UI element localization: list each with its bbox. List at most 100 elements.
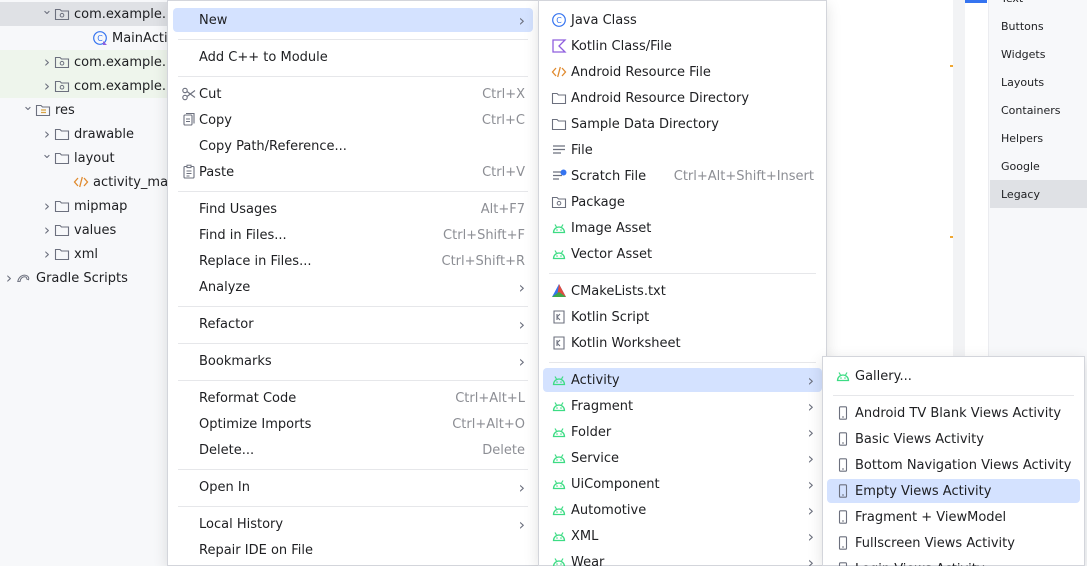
menu-item-empty-views-activity[interactable]: Empty Views Activity — [827, 479, 1080, 503]
palette-category-text[interactable]: Text — [990, 0, 1087, 12]
chevron-right-icon: › — [518, 514, 525, 534]
menu-item-gallery[interactable]: Gallery... — [827, 364, 1080, 388]
chevron-down-icon[interactable]: ⌄ — [40, 4, 54, 17]
menu-item-analyze[interactable]: Analyze › — [173, 275, 533, 299]
canvas-scrollbar[interactable] — [953, 0, 965, 360]
menu-item-local-history[interactable]: Local History › — [173, 512, 533, 536]
palette-category-google[interactable]: Google — [990, 152, 1087, 180]
tree-item-label: activity_ma — [93, 174, 168, 190]
menu-item-login-views-activity[interactable]: Login Views Activity — [827, 557, 1080, 566]
menu-item-basic-views-activity[interactable]: Basic Views Activity — [827, 427, 1080, 451]
menu-item-find-usages[interactable]: Find Usages Alt+F7 — [173, 197, 533, 221]
menu-item-uicomponent[interactable]: UiComponent › — [543, 472, 822, 496]
menu-item-refactor[interactable]: Refactor › — [173, 312, 533, 336]
phone-icon — [835, 431, 851, 447]
menu-item-fullscreen-views-activity[interactable]: Fullscreen Views Activity — [827, 531, 1080, 555]
phone-icon — [835, 561, 851, 566]
tree-item-xml[interactable]: › xml — [0, 242, 168, 266]
menu-item-replace-in-files[interactable]: Replace in Files... Ctrl+Shift+R — [173, 249, 533, 273]
menu-item-reformat-code[interactable]: Reformat Code Ctrl+Alt+L — [173, 386, 533, 410]
menu-item-optimize-imports[interactable]: Optimize Imports Ctrl+Alt+O — [173, 412, 533, 436]
chevron-right-icon[interactable]: › — [40, 77, 54, 95]
menu-item-file[interactable]: File — [543, 138, 822, 162]
menu-item-android-tv-blank-views-activity[interactable]: Android TV Blank Views Activity — [827, 401, 1080, 425]
tree-item-com-example[interactable]: › com.example. — [0, 50, 168, 74]
chevron-right-icon[interactable]: › — [40, 197, 54, 215]
chevron-right-icon[interactable]: › — [40, 53, 54, 71]
chevron-right-icon[interactable]: › — [2, 269, 16, 287]
chevron-down-icon[interactable]: ⌄ — [40, 148, 54, 161]
menu-item-open-in[interactable]: Open In › — [173, 475, 533, 499]
menu-item-image-asset[interactable]: Image Asset — [543, 216, 822, 240]
android-icon — [551, 372, 567, 388]
palette-category-label: Legacy — [1001, 187, 1040, 201]
chevron-right-icon[interactable]: › — [40, 245, 54, 263]
tree-item-drawable[interactable]: › drawable — [0, 122, 168, 146]
menu-item-package[interactable]: Package — [543, 190, 822, 214]
menu-item-add-c-to-module[interactable]: Add C++ to Module — [173, 45, 533, 69]
tree-item-layout[interactable]: ⌄ layout — [0, 146, 168, 170]
menu-item-service[interactable]: Service › — [543, 446, 822, 470]
menu-item-kotlin-class-file[interactable]: Kotlin Class/File — [543, 34, 822, 58]
palette-category-buttons[interactable]: Buttons — [990, 12, 1087, 40]
menu-item-activity[interactable]: Activity › — [543, 368, 822, 392]
android-icon — [551, 502, 567, 518]
palette-category-containers[interactable]: Containers — [990, 96, 1087, 124]
menu-item-delete[interactable]: Delete... Delete — [173, 438, 533, 462]
menu-item-bottom-navigation-views-activity[interactable]: Bottom Navigation Views Activity — [827, 453, 1080, 477]
menu-item-find-in-files[interactable]: Find in Files... Ctrl+Shift+F — [173, 223, 533, 247]
menu-item-android-resource-directory[interactable]: Android Resource Directory — [543, 86, 822, 110]
paste-icon — [181, 164, 197, 180]
menu-item-label: Android Resource File — [571, 64, 711, 80]
menu-item-label: UiComponent — [571, 476, 660, 492]
menu-item-copy[interactable]: Copy Ctrl+C — [173, 108, 533, 132]
package-icon — [54, 80, 70, 93]
menu-item-sample-data-directory[interactable]: Sample Data Directory — [543, 112, 822, 136]
palette-category-layouts[interactable]: Layouts — [990, 68, 1087, 96]
tree-item-com-example[interactable]: ⌄ com.example. — [0, 2, 168, 26]
menu-item-fragment[interactable]: Fragment › — [543, 394, 822, 418]
menu-item-copy-path-reference[interactable]: Copy Path/Reference... — [173, 134, 533, 158]
menu-item-scratch-file[interactable]: Scratch File Ctrl+Alt+Shift+Insert — [543, 164, 822, 188]
gradle-icon — [16, 272, 32, 284]
menu-item-wear[interactable]: Wear › — [543, 550, 822, 566]
menu-item-folder[interactable]: Folder › — [543, 420, 822, 444]
chevron-right-icon[interactable]: › — [40, 125, 54, 143]
menu-item-paste[interactable]: Paste Ctrl+V — [173, 160, 533, 184]
file-lines-icon — [551, 142, 567, 158]
chevron-right-icon: › — [807, 370, 814, 390]
menu-separator — [178, 469, 528, 470]
palette-category-widgets[interactable]: Widgets — [990, 40, 1087, 68]
shortcut-label: Ctrl+V — [482, 164, 525, 180]
palette-category-helpers[interactable]: Helpers — [990, 124, 1087, 152]
tree-item-gradle-scripts[interactable]: › Gradle Scripts — [0, 266, 168, 290]
menu-item-new[interactable]: New › — [173, 8, 533, 32]
menu-item-android-resource-file[interactable]: Android Resource File — [543, 60, 822, 84]
menu-item-label: Replace in Files... — [199, 253, 312, 269]
tree-item-mainactivit[interactable]: C MainActivit — [0, 26, 168, 50]
menu-item-cut[interactable]: Cut Ctrl+X — [173, 82, 533, 106]
menu-item-repair-ide-on-file[interactable]: Repair IDE on File — [173, 538, 533, 562]
tree-item-label: com.example. — [74, 78, 166, 94]
chevron-down-icon[interactable]: ⌄ — [21, 100, 35, 113]
android-icon — [551, 220, 567, 236]
tree-item-values[interactable]: › values — [0, 218, 168, 242]
folder-icon — [54, 200, 70, 213]
chevron-right-icon: › — [518, 314, 525, 334]
menu-item-cmakelists-txt[interactable]: CMakeLists.txt — [543, 279, 822, 303]
menu-item-fragment-viewmodel[interactable]: Fragment + ViewModel — [827, 505, 1080, 529]
menu-item-kotlin-worksheet[interactable]: Kotlin Worksheet — [543, 331, 822, 355]
tree-item-com-example[interactable]: › com.example. — [0, 74, 168, 98]
menu-item-bookmarks[interactable]: Bookmarks › — [173, 349, 533, 373]
palette-category-legacy[interactable]: Legacy — [990, 180, 1087, 208]
menu-item-automotive[interactable]: Automotive › — [543, 498, 822, 522]
tree-item-mipmap[interactable]: › mipmap — [0, 194, 168, 218]
menu-item-label: Folder — [571, 424, 612, 440]
menu-item-java-class[interactable]: C Java Class — [543, 8, 822, 32]
chevron-right-icon[interactable]: › — [40, 221, 54, 239]
menu-item-kotlin-script[interactable]: Kotlin Script — [543, 305, 822, 329]
tree-item-activity-ma[interactable]: activity_ma — [0, 170, 168, 194]
tree-item-res[interactable]: ⌄ res — [0, 98, 168, 122]
menu-item-xml[interactable]: XML › — [543, 524, 822, 548]
menu-item-vector-asset[interactable]: Vector Asset — [543, 242, 822, 266]
